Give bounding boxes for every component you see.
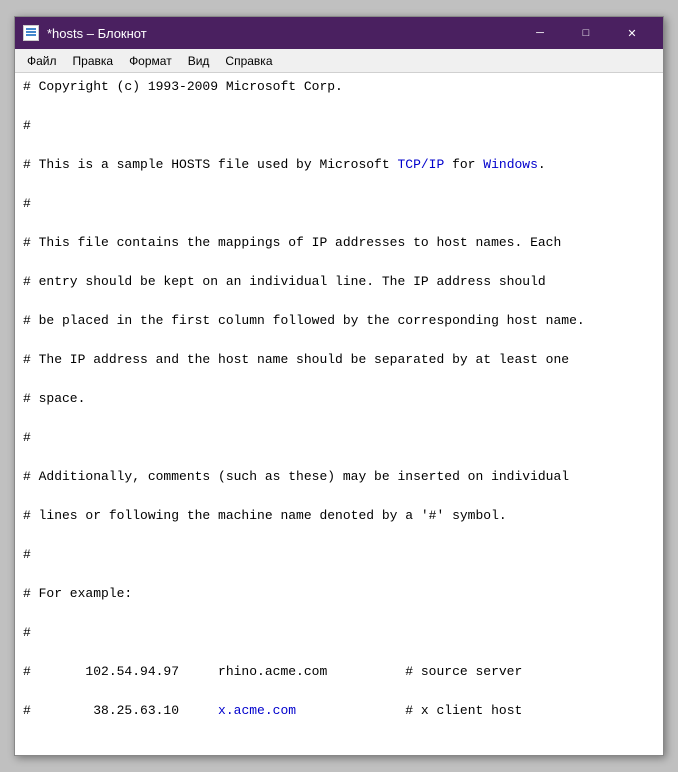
line-8: # The IP address and the host name shoul… <box>23 350 655 370</box>
window-controls: ─ □ ✕ <box>517 17 655 49</box>
menubar: Файл Правка Формат Вид Справка <box>15 49 663 73</box>
close-button[interactable]: ✕ <box>609 17 655 49</box>
line-10: # <box>23 428 655 448</box>
line-5: # This file contains the mappings of IP … <box>23 233 655 253</box>
menu-view[interactable]: Вид <box>180 52 218 70</box>
line-14: # For example: <box>23 584 655 604</box>
window-title: *hosts – Блокнот <box>47 26 509 41</box>
line-17: # 38.25.63.10 x.acme.com # x client host <box>23 701 655 721</box>
notepad-window: *hosts – Блокнот ─ □ ✕ Файл Правка Форма… <box>14 16 664 756</box>
line-3: # This is a sample HOSTS file used by Mi… <box>23 155 655 175</box>
line-13: # <box>23 545 655 565</box>
line-1: # Copyright (c) 1993-2009 Microsoft Corp… <box>23 77 655 97</box>
line-11: # Additionally, comments (such as these)… <box>23 467 655 487</box>
menu-format[interactable]: Формат <box>121 52 180 70</box>
menu-file[interactable]: Файл <box>19 52 65 70</box>
maximize-button[interactable]: □ <box>563 17 609 49</box>
line-9: # space. <box>23 389 655 409</box>
minimize-button[interactable]: ─ <box>517 17 563 49</box>
line-15: # <box>23 623 655 643</box>
line-7: # be placed in the first column followed… <box>23 311 655 331</box>
line-4: # <box>23 194 655 214</box>
editor-content[interactable]: # Copyright (c) 1993-2009 Microsoft Corp… <box>15 73 663 755</box>
menu-edit[interactable]: Правка <box>65 52 122 70</box>
editor-area: # Copyright (c) 1993-2009 Microsoft Corp… <box>15 73 663 755</box>
titlebar: *hosts – Блокнот ─ □ ✕ <box>15 17 663 49</box>
line-12: # lines or following the machine name de… <box>23 506 655 526</box>
line-2: # <box>23 116 655 136</box>
line-6: # entry should be kept on an individual … <box>23 272 655 292</box>
app-icon <box>23 25 39 41</box>
line-16: # 102.54.94.97 rhino.acme.com # source s… <box>23 662 655 682</box>
menu-help[interactable]: Справка <box>217 52 280 70</box>
line-18 <box>23 740 655 755</box>
